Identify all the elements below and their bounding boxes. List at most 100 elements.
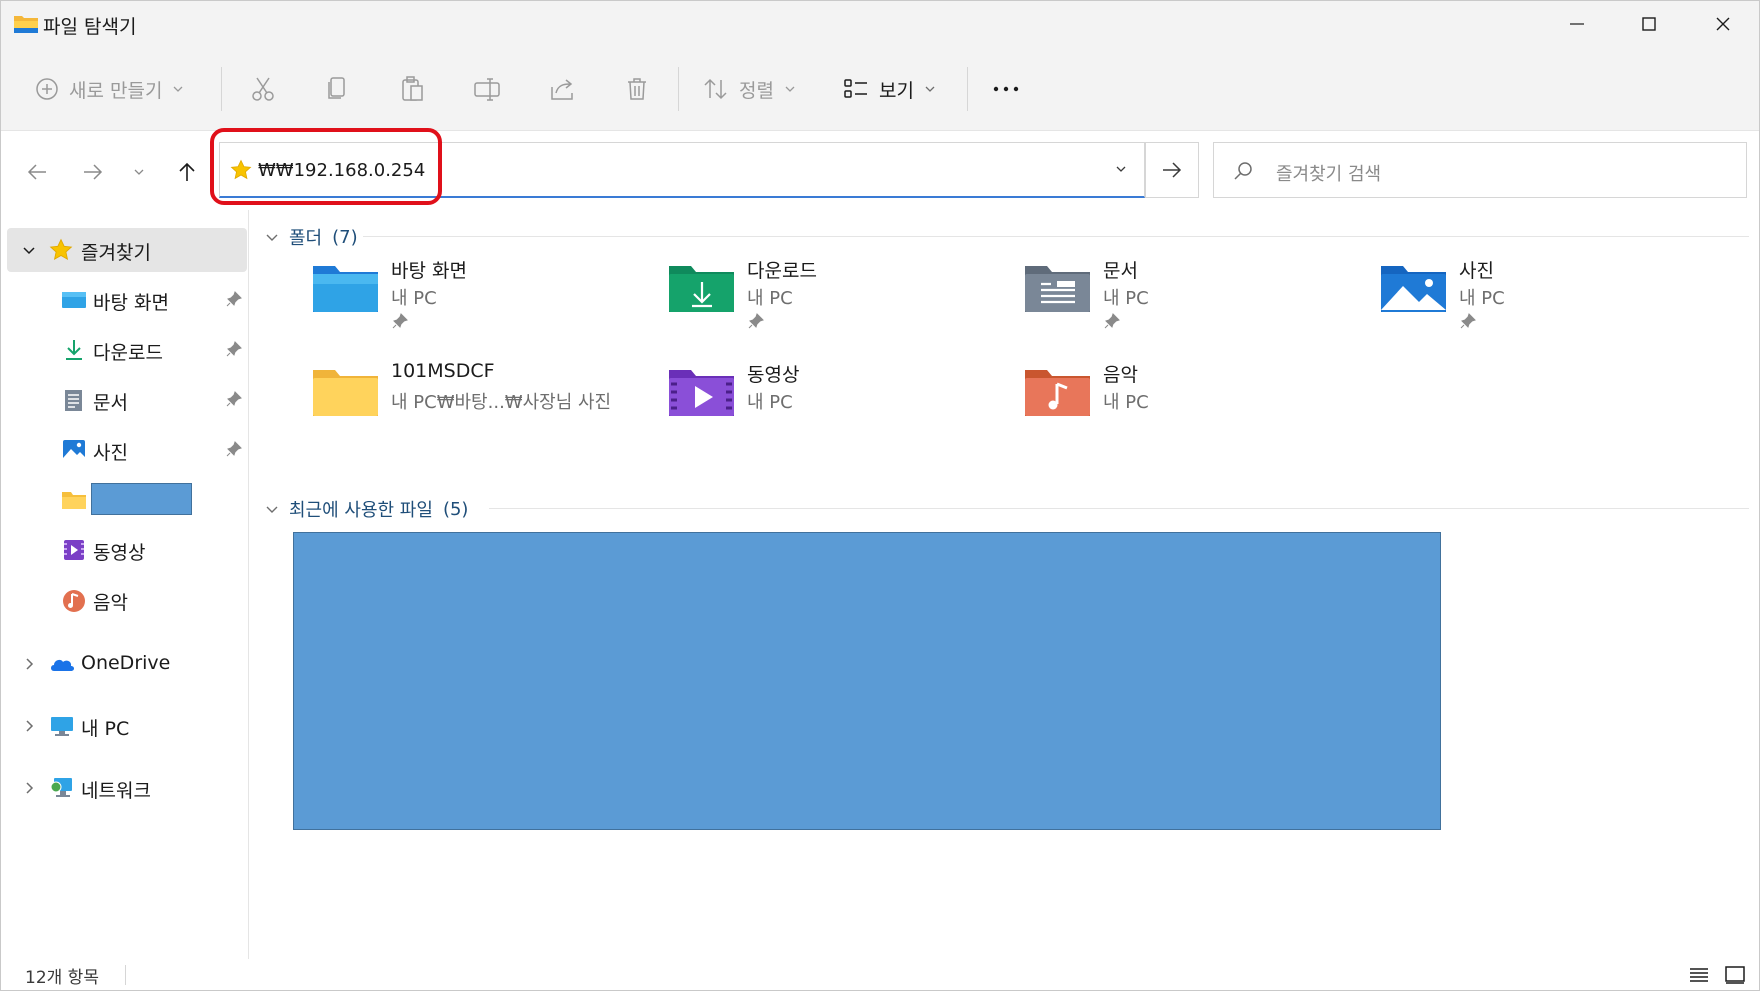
pin-icon (391, 312, 409, 334)
videos-icon (61, 538, 85, 562)
new-button[interactable]: 새로 만들기 (35, 67, 184, 111)
sidebar-item-label: 다운로드 (93, 342, 163, 364)
documents-icon (61, 388, 85, 412)
pin-icon[interactable] (225, 290, 243, 313)
folder-tile[interactable]: 바탕 화면 내 PC (311, 252, 641, 348)
forward-button[interactable] (75, 154, 111, 190)
divider (678, 67, 679, 111)
sidebar-item-this-pc[interactable]: 내 PC (7, 704, 247, 748)
section-title: 최근에 사용한 파일 (289, 500, 433, 521)
sidebar-item-favorites[interactable]: 즐겨찾기 (7, 228, 247, 272)
details-view-button[interactable] (1685, 961, 1713, 989)
chevron-right-icon[interactable] (21, 779, 37, 801)
back-button[interactable] (19, 154, 55, 190)
folder-location: 내 PC (1459, 288, 1505, 309)
more-icon (993, 86, 1019, 92)
divider (221, 67, 222, 111)
go-button[interactable] (1145, 142, 1199, 198)
arrow-up-icon (179, 162, 195, 181)
divider (363, 236, 1749, 237)
music-icon (61, 588, 85, 612)
delete-button[interactable] (623, 67, 651, 111)
arrow-right-icon (84, 164, 103, 180)
folder-tile[interactable]: 사진 내 PC (1379, 252, 1709, 348)
sidebar-item-label: 네트워크 (81, 780, 151, 802)
folder-location: 내 PC (391, 288, 437, 309)
new-button-label: 새로 만들기 (69, 79, 163, 102)
folder-tile[interactable]: 다운로드 내 PC (667, 252, 997, 348)
address-highlight-box (210, 128, 442, 205)
more-options-button[interactable] (991, 67, 1021, 111)
pin-icon (747, 312, 765, 334)
chevron-down-icon (925, 86, 935, 92)
folders-section-header[interactable]: 폴더 (7) (265, 224, 358, 250)
folder-name: 다운로드 (747, 260, 817, 282)
sidebar-item-onedrive[interactable]: OneDrive (7, 642, 247, 686)
copy-icon (328, 77, 345, 99)
folder-location: 내 PC₩바탕...₩사장님 사진 (391, 392, 612, 413)
sidebar-item-downloads[interactable]: 다운로드 (7, 328, 247, 372)
recent-locations-button[interactable] (121, 154, 157, 190)
documents-folder-icon (1023, 252, 1093, 322)
sidebar-item-videos[interactable]: 동영상 (7, 528, 247, 572)
folder-tile[interactable]: 문서 내 PC (1023, 252, 1353, 348)
pin-icon[interactable] (225, 340, 243, 363)
minimize-button[interactable] (1541, 1, 1613, 47)
rename-button[interactable] (473, 67, 501, 111)
chevron-right-icon[interactable] (21, 655, 37, 677)
chevron-down-icon[interactable] (1114, 161, 1128, 180)
sidebar-item-network[interactable]: 네트워크 (7, 766, 247, 810)
search-input[interactable]: 즐겨찾기 검색 (1276, 160, 1381, 186)
cut-button[interactable] (249, 67, 277, 111)
content-pane: 폴더 (7) 바탕 화면 내 PC 다운로드 내 PC 문서 내 PC 사진 내… (251, 210, 1759, 962)
redacted-recent-files (293, 532, 1441, 830)
trash-icon (628, 78, 646, 100)
sidebar-item-desktop[interactable]: 바탕 화면 (7, 278, 247, 322)
pin-icon[interactable] (225, 390, 243, 413)
chevron-right-icon[interactable] (21, 717, 37, 739)
paste-button[interactable] (398, 67, 426, 111)
divider (967, 67, 968, 111)
rename-icon (474, 78, 500, 101)
view-button[interactable]: 보기 (843, 67, 936, 111)
folder-name: 101MSDCF (391, 360, 495, 382)
folder-name: 바탕 화면 (391, 260, 467, 282)
maximize-button[interactable] (1613, 1, 1685, 47)
file-explorer-icon (13, 13, 39, 35)
share-button[interactable] (548, 67, 576, 111)
folder-location: 내 PC (747, 288, 793, 309)
large-icons-view-icon (1725, 966, 1745, 984)
sidebar-item-label: 바탕 화면 (93, 292, 169, 314)
up-button[interactable] (169, 154, 205, 190)
folder-tile[interactable]: 음악 내 PC (1023, 356, 1353, 452)
copy-button[interactable] (323, 67, 351, 111)
folder-icon (61, 488, 86, 512)
folder-name: 사진 (1459, 260, 1494, 282)
search-box[interactable]: 즐겨찾기 검색 (1213, 142, 1747, 198)
folder-location: 내 PC (747, 392, 793, 413)
recent-files-section-header[interactable]: 최근에 사용한 파일 (5) (265, 496, 468, 522)
sidebar-item-pictures[interactable]: 사진 (7, 428, 247, 472)
arrow-left-icon (27, 164, 46, 180)
folder-tile[interactable]: 동영상 내 PC (667, 356, 997, 452)
folder-icon (311, 356, 381, 426)
chevron-down-icon[interactable] (21, 241, 37, 263)
arrow-right-icon (1163, 162, 1182, 178)
sidebar-item-music[interactable]: 음악 (7, 578, 247, 622)
navigation-pane: 즐겨찾기 바탕 화면 다운로드 문서 사진 동영상 음악 OneDrive 내 … (1, 210, 249, 962)
chevron-down-icon (266, 506, 278, 513)
section-count: (5) (442, 498, 469, 520)
large-icons-view-button[interactable] (1721, 961, 1749, 989)
sidebar-item-label: 사진 (93, 442, 128, 464)
sidebar-item-documents[interactable]: 문서 (7, 378, 247, 422)
file-explorer-window: 파일 탐색기 새로 만들기 정렬 보기 ₩₩192.168.0.254 즐겨찾기… (0, 0, 1760, 991)
sort-icon (704, 78, 727, 100)
plus-circle-icon (36, 78, 58, 100)
folder-tile[interactable]: 101MSDCF 내 PC₩바탕...₩사장님 사진 (311, 356, 641, 452)
pin-icon[interactable] (225, 440, 243, 463)
sort-button[interactable]: 정렬 (703, 67, 796, 111)
sidebar-item-label: 내 PC (81, 718, 130, 740)
close-button[interactable] (1687, 1, 1759, 47)
pin-icon (1459, 312, 1477, 334)
view-icon (844, 79, 867, 98)
